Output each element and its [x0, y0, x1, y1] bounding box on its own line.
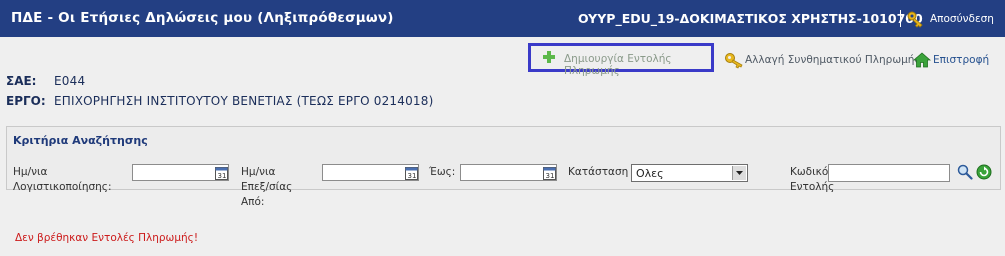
processing-date-label: Ημ/νια Επεξ/σίας Από: [241, 165, 292, 210]
processing-date-label-line: Επεξ/σίας [241, 181, 293, 193]
sae-label: ΣΑΕ: [6, 74, 37, 88]
back-label: Επιστροφή [933, 54, 990, 66]
svg-text:31: 31 [218, 172, 227, 180]
page-title: ΠΔΕ - Οι Ετήσιες Δηλώσεις μου (Ληξιπρόθε… [11, 10, 394, 26]
user-info: OYYP_EDU_19-ΔΟΚΙΜΑΣΤΙΚΟΣ ΧΡΗΣΤΗΣ-1010700 [578, 11, 923, 26]
ergo-value: ΕΠΙΧΟΡΗΓΗΣΗ ΙΝΣΤΙΤΟΥΤΟΥ ΒΕΝΕΤΙΑΣ (ΤΕΩΣ Ε… [54, 94, 434, 108]
chevron-down-icon[interactable] [732, 166, 746, 180]
status-label: Κατάσταση [568, 166, 629, 178]
key-icon [725, 53, 743, 69]
header-bar: ΠΔΕ - Οι Ετήσιες Δηλώσεις μου (Ληξιπρόθε… [0, 0, 1005, 37]
plus-icon [543, 51, 555, 63]
change-payment-code-button[interactable]: Αλλαγή Συνθηματικού Πληρωμής [724, 52, 921, 69]
no-results-message: Δεν βρέθηκαν Εντολές Πληρωμής! [15, 232, 199, 244]
processing-date-label-line: Από: [241, 196, 265, 208]
accounting-date-label-line: Λογιστικοποίησης: [13, 181, 112, 193]
create-payment-order-button[interactable]: Δημιουργία Εντολής Πληρωμής [528, 43, 714, 77]
accounting-date-label-line: Ημ/νια [13, 166, 48, 178]
logout-link[interactable]: Αποσύνδεση [930, 13, 994, 25]
back-button[interactable]: Επιστροφή [913, 52, 989, 68]
search-criteria-title: Κριτήρια Αναζήτησης [13, 134, 148, 147]
status-select[interactable]: Ολες [631, 164, 748, 182]
order-code-label-line: Εντολής [790, 181, 835, 193]
header-separator [900, 10, 901, 27]
calendar-icon[interactable]: 31 [215, 166, 228, 180]
refresh-icon[interactable] [976, 164, 992, 180]
sae-value: Ε044 [54, 74, 86, 88]
home-icon [913, 52, 931, 68]
create-payment-order-label: Δημιουργία Εντολής Πληρωμής [564, 53, 672, 77]
order-code-input[interactable] [828, 164, 950, 182]
processing-date-label-line: Ημ/νια [241, 166, 276, 178]
accounting-date-label: Ημ/νια Λογιστικοποίησης: [13, 165, 111, 195]
svg-text:31: 31 [408, 172, 417, 180]
key-icon[interactable] [906, 10, 926, 28]
svg-text:31: 31 [546, 172, 555, 180]
calendar-icon[interactable]: 31 [405, 166, 418, 180]
search-icon[interactable] [957, 164, 973, 180]
to-date-label: Έως: [429, 166, 456, 178]
calendar-icon[interactable]: 31 [543, 166, 556, 180]
change-payment-code-label: Αλλαγή Συνθηματικού Πληρωμής [745, 54, 921, 66]
status-select-value: Ολες [636, 167, 664, 180]
ergo-label: ΕΡΓΟ: [6, 94, 46, 108]
